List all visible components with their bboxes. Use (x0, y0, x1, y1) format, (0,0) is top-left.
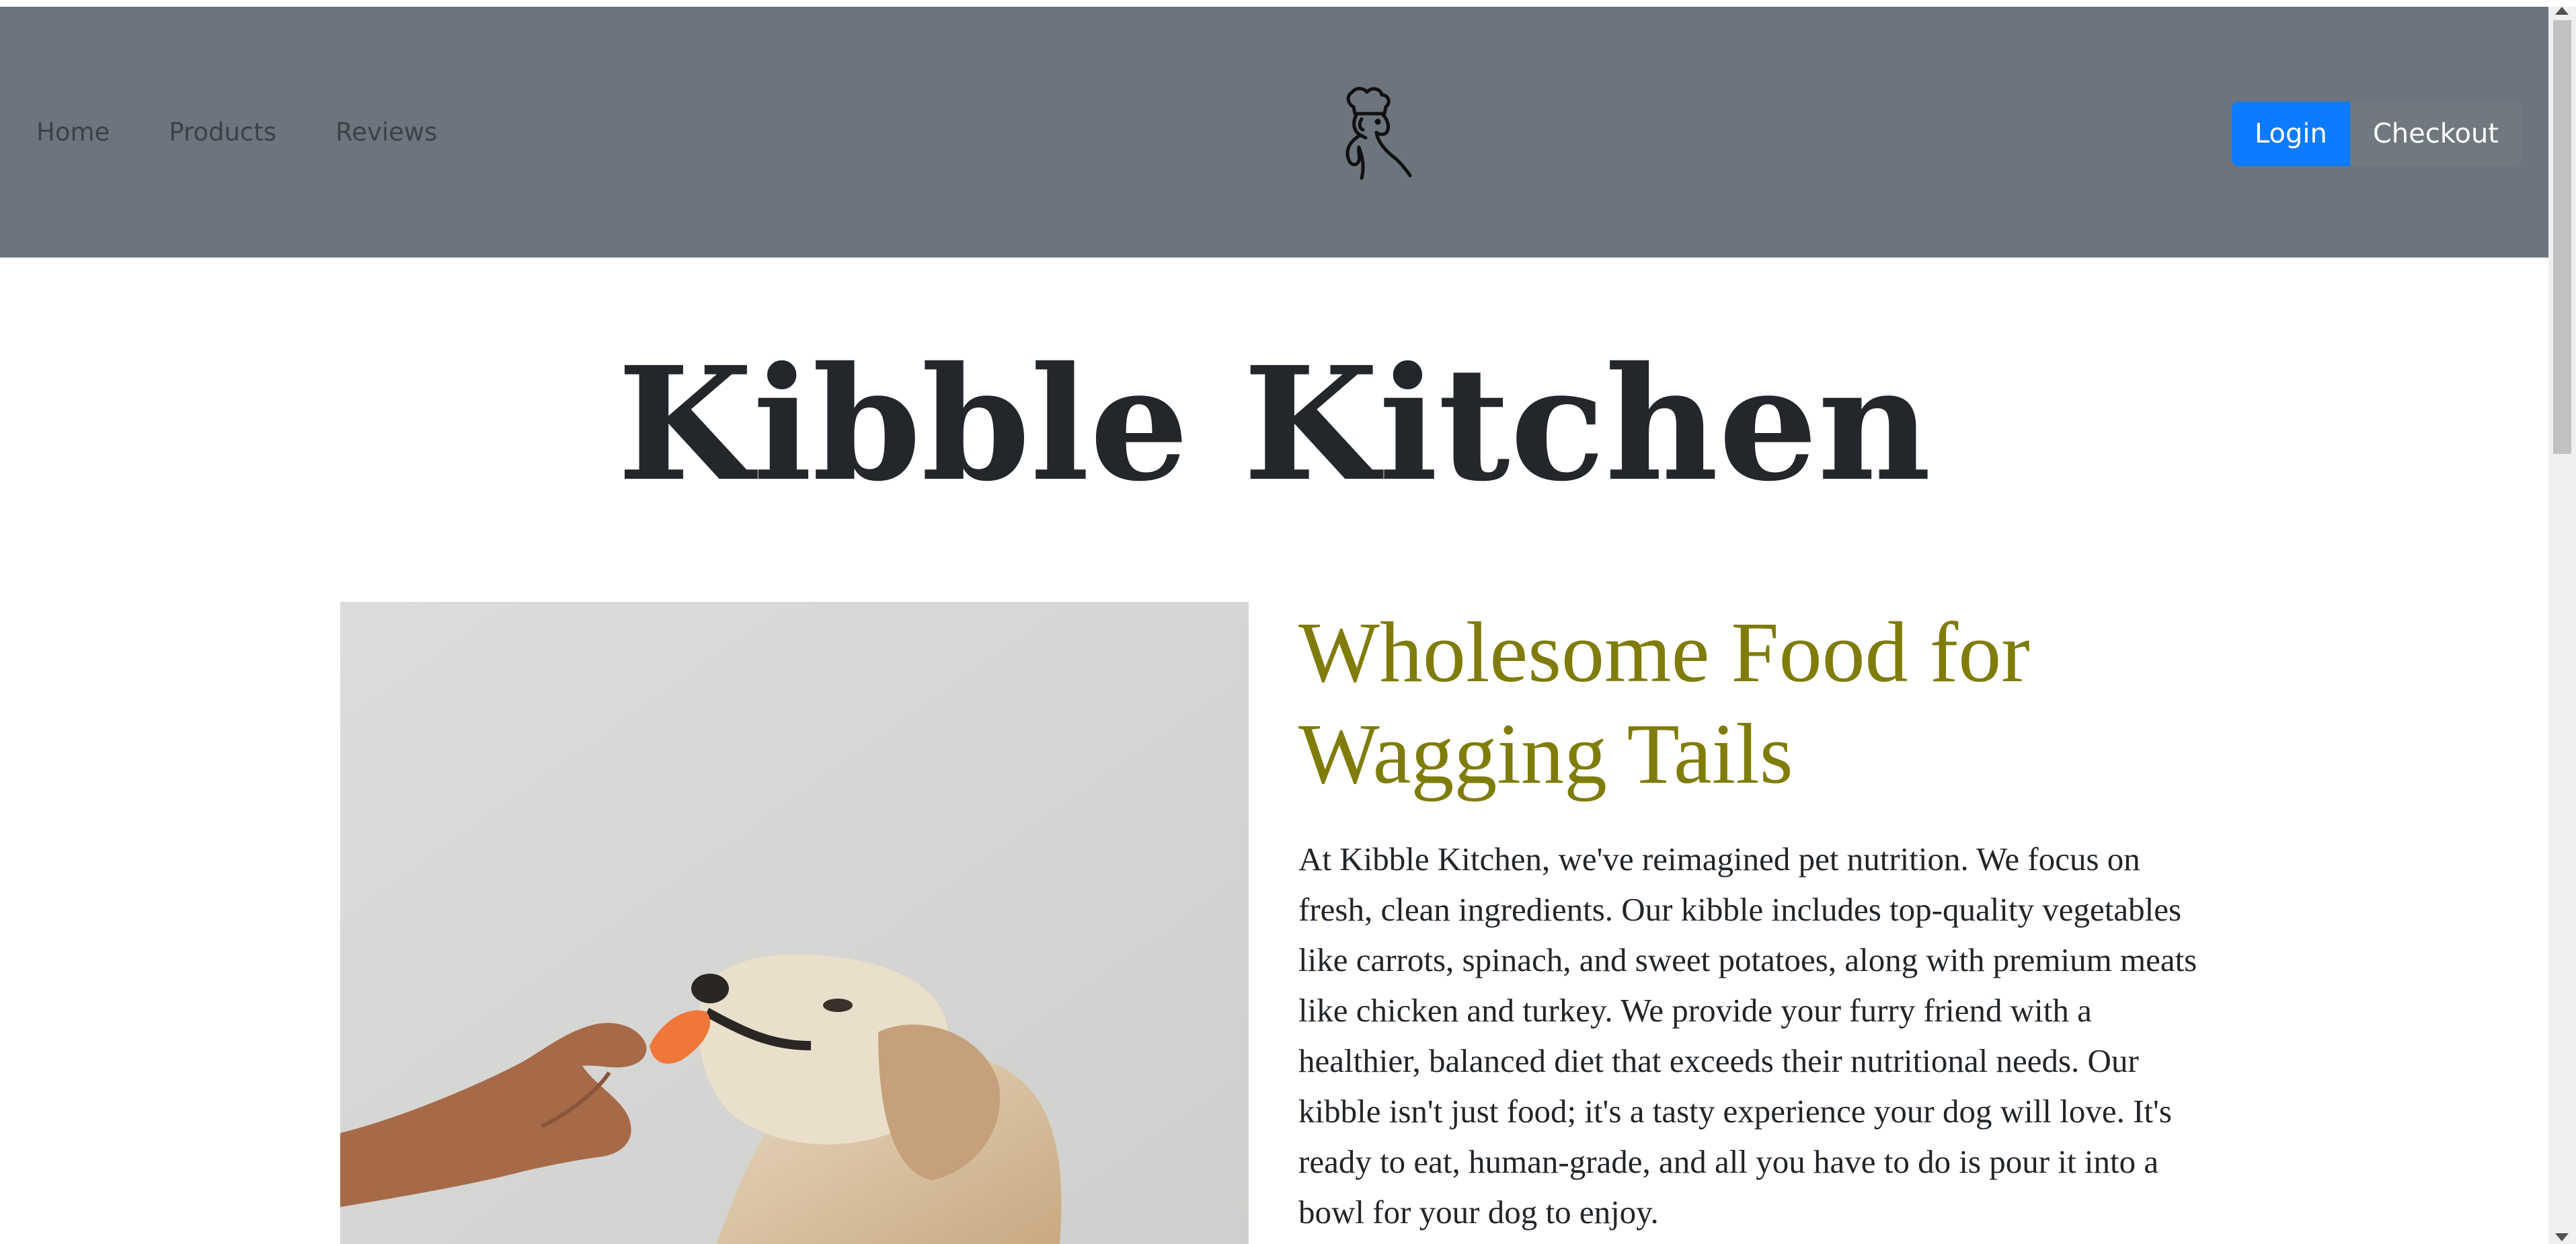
dog-eating-carrot-photo (340, 602, 1249, 1244)
checkout-button[interactable]: Checkout (2349, 102, 2522, 166)
section-subtitle: Wholesome Food for Wagging Tails (1298, 605, 2030, 802)
nav-link-products[interactable]: Products (169, 118, 276, 147)
login-button[interactable]: Login (2231, 102, 2350, 166)
description-paragraph: At Kibble Kitchen, we've reimagined pet … (1298, 841, 2197, 1231)
scrollbar-thumb[interactable] (2553, 20, 2571, 454)
scroll-down-arrow-icon[interactable] (2555, 1233, 2569, 1241)
main-content: Wholesome Food for Wagging Tails At Kibb… (1298, 602, 2213, 1237)
nav-link-home[interactable]: Home (36, 118, 110, 147)
chef-dog-logo-icon[interactable] (1321, 84, 1415, 192)
scroll-up-arrow-icon[interactable] (2555, 7, 2569, 15)
nav-link-reviews[interactable]: Reviews (336, 118, 437, 147)
window-top-edge (0, 0, 2548, 7)
navbar: Home Products Reviews Login Checkout (0, 7, 2548, 258)
nav-links: Home Products Reviews (36, 7, 496, 258)
nav-buttons: Login Checkout (2231, 102, 2522, 166)
vertical-scrollbar[interactable] (2548, 7, 2576, 1244)
page-title: Kibble Kitchen (617, 332, 1931, 516)
